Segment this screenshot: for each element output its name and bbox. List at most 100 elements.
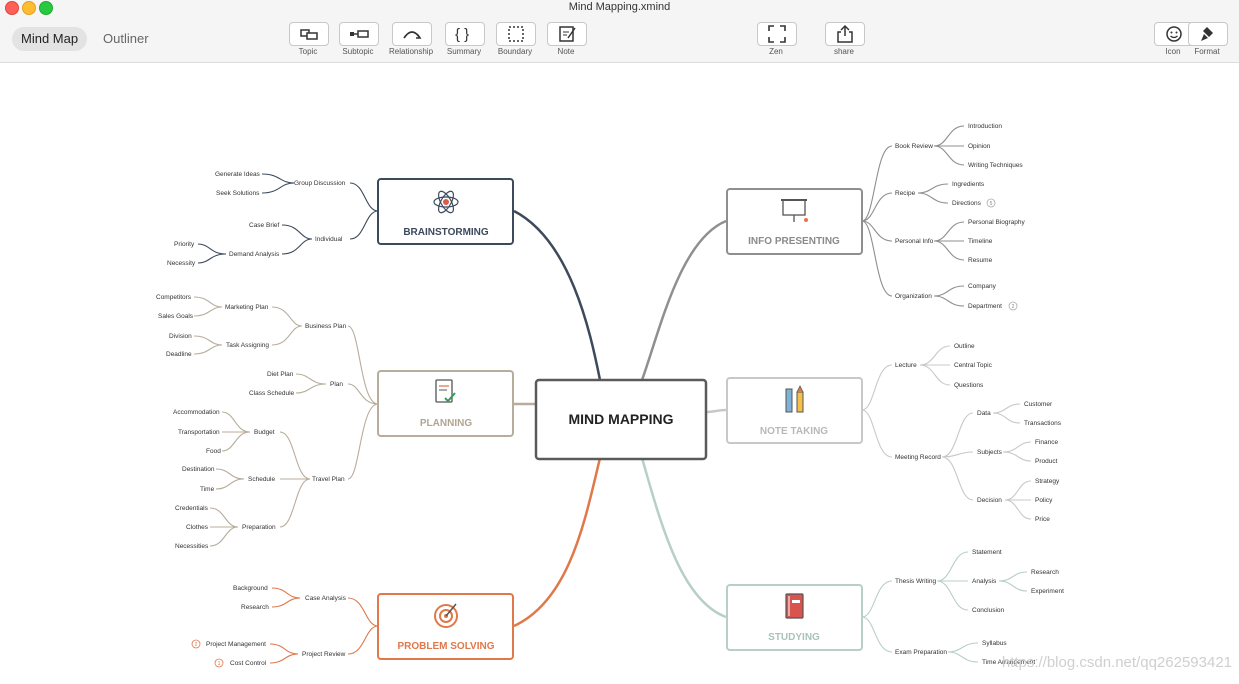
topic-time[interactable]: Time <box>200 486 215 493</box>
tab-mind-map[interactable]: Mind Map <box>12 27 88 51</box>
topic-project-management[interactable]: Project Management <box>206 641 266 648</box>
cost-control-count: 1 <box>218 661 221 667</box>
topic-ingredients[interactable]: Ingredients <box>952 181 985 188</box>
topic-case-brief[interactable]: Case Brief <box>249 222 280 229</box>
topic-product[interactable]: Product <box>1035 458 1058 465</box>
topic-finance[interactable]: Finance <box>1035 439 1059 446</box>
topic-timeline[interactable]: Timeline <box>968 238 993 245</box>
topic-conclusion[interactable]: Conclusion <box>972 607 1005 614</box>
topic-credentials[interactable]: Credentials <box>175 505 209 512</box>
topic-cost-control[interactable]: Cost Control <box>230 660 267 667</box>
topic-department[interactable]: Department <box>968 303 1002 310</box>
topic-generate-ideas[interactable]: Generate Ideas <box>215 171 261 178</box>
topic-resume[interactable]: Resume <box>968 257 993 264</box>
topic-questions[interactable]: Questions <box>954 382 984 389</box>
topic-group-discussion[interactable]: Group Discussion <box>294 180 346 187</box>
topic-case-analysis[interactable]: Case Analysis <box>305 595 347 602</box>
topic-priority[interactable]: Priority <box>174 241 195 248</box>
topic-destination[interactable]: Destination <box>182 466 215 473</box>
topic-budget[interactable]: Budget <box>254 429 275 436</box>
subtopic-button[interactable] <box>339 22 379 46</box>
topic-subjects[interactable]: Subjects <box>977 449 1003 456</box>
topic-directions[interactable]: Directions <box>952 200 982 207</box>
topic-clothes[interactable]: Clothes <box>186 524 209 531</box>
topic-statement[interactable]: Statement <box>972 549 1002 556</box>
studying-label: STUDYING <box>768 632 820 643</box>
note-taking-label: NOTE TAKING <box>760 426 828 437</box>
topic-analysis[interactable]: Analysis <box>972 578 997 585</box>
topic-decision[interactable]: Decision <box>977 497 1002 504</box>
topic-central-topic[interactable]: Central Topic <box>954 362 993 369</box>
topic-meeting-record[interactable]: Meeting Record <box>895 454 941 461</box>
topic-plan[interactable]: Plan <box>330 381 343 388</box>
topic-sales-goals[interactable]: Sales Goals <box>158 313 194 320</box>
topic-schedule[interactable]: Schedule <box>248 476 275 483</box>
boundary-button[interactable] <box>496 22 536 46</box>
topic-necessity[interactable]: Necessity <box>167 260 196 267</box>
topic-diet-plan[interactable]: Diet Plan <box>267 371 294 378</box>
topic-necessities[interactable]: Necessities <box>175 543 209 550</box>
topic-thesis-writing[interactable]: Thesis Writing <box>895 578 936 585</box>
topic-class-schedule[interactable]: Class Schedule <box>249 390 295 397</box>
topic-exam-preparation[interactable]: Exam Preparation <box>895 649 947 656</box>
topic-transactions[interactable]: Transactions <box>1024 420 1062 427</box>
topic-writing-techniques[interactable]: Writing Techniques <box>968 162 1023 169</box>
zen-button[interactable] <box>757 22 797 46</box>
mind-map-svg: MIND MAPPING BRAINSTORMING PLANNING PROB… <box>156 123 1232 671</box>
topic-accommodation[interactable]: Accommodation <box>173 409 220 416</box>
topic-syllabus[interactable]: Syllabus <box>982 640 1007 647</box>
tab-outliner[interactable]: Outliner <box>94 27 158 51</box>
topic-personal-biography[interactable]: Personal Biography <box>968 219 1025 226</box>
topic-strategy[interactable]: Strategy <box>1035 478 1060 485</box>
topic-introduction[interactable]: Introduction <box>968 123 1002 130</box>
topic-opinion[interactable]: Opinion <box>968 143 991 150</box>
note-button[interactable] <box>547 22 587 46</box>
topic-recipe[interactable]: Recipe <box>895 190 916 197</box>
topic-organization[interactable]: Organization <box>895 293 932 300</box>
topic-data[interactable]: Data <box>977 410 991 417</box>
title-bar: Mind Mapping.xmind Mind Map Outliner Top… <box>0 0 1239 63</box>
topic-preparation[interactable]: Preparation <box>242 524 276 531</box>
directions-count: 5 <box>990 201 993 207</box>
topic-policy[interactable]: Policy <box>1035 497 1053 504</box>
topic-demand-analysis[interactable]: Demand Analysis <box>229 251 280 258</box>
problem-solving-label: PROBLEM SOLVING <box>397 641 494 652</box>
note-icon <box>559 26 576 42</box>
topic-lecture[interactable]: Lecture <box>895 362 917 369</box>
summary-button[interactable]: { } <box>445 22 485 46</box>
topic-food[interactable]: Food <box>206 448 221 455</box>
topic-project-review[interactable]: Project Review <box>302 651 346 658</box>
topic-outline[interactable]: Outline <box>954 343 975 350</box>
share-icon <box>837 24 853 43</box>
relationship-button[interactable] <box>392 22 432 46</box>
topic-individual[interactable]: Individual <box>315 236 343 243</box>
format-panel-button[interactable] <box>1188 22 1228 46</box>
topic-customer[interactable]: Customer <box>1024 401 1053 408</box>
topic-icon <box>300 29 318 40</box>
format-brush-icon <box>1201 27 1213 41</box>
topic-competitors[interactable]: Competitors <box>156 294 192 301</box>
mind-map-canvas[interactable]: MIND MAPPING BRAINSTORMING PLANNING PROB… <box>0 63 1239 679</box>
topic-book-review[interactable]: Book Review <box>895 143 933 150</box>
topic-company[interactable]: Company <box>968 283 997 290</box>
topic-task-assigning[interactable]: Task Assigning <box>226 342 269 349</box>
share-button[interactable] <box>825 22 865 46</box>
topic-background[interactable]: Background <box>233 585 268 592</box>
topic-research[interactable]: Research <box>241 604 269 611</box>
topic-business-plan[interactable]: Business Plan <box>305 323 347 330</box>
topic-division[interactable]: Division <box>169 333 192 340</box>
central-topic-label: MIND MAPPING <box>569 411 674 427</box>
topic-marketing-plan[interactable]: Marketing Plan <box>225 304 269 311</box>
topic-personal-info[interactable]: Personal Info <box>895 238 934 245</box>
topic-transportation[interactable]: Transportation <box>178 429 220 436</box>
topic-experiment[interactable]: Experiment <box>1031 588 1064 595</box>
topic-travel-plan[interactable]: Travel Plan <box>312 476 345 483</box>
planning-label: PLANNING <box>420 418 472 429</box>
subtopic-label: Subtopic <box>342 47 374 56</box>
topic-button[interactable] <box>289 22 329 46</box>
topic-research-studying[interactable]: Research <box>1031 569 1059 576</box>
topic-deadline[interactable]: Deadline <box>166 351 192 358</box>
topic-price[interactable]: Price <box>1035 516 1050 523</box>
share-label: share <box>833 47 854 56</box>
topic-seek-solutions[interactable]: Seek Solutions <box>216 190 260 197</box>
